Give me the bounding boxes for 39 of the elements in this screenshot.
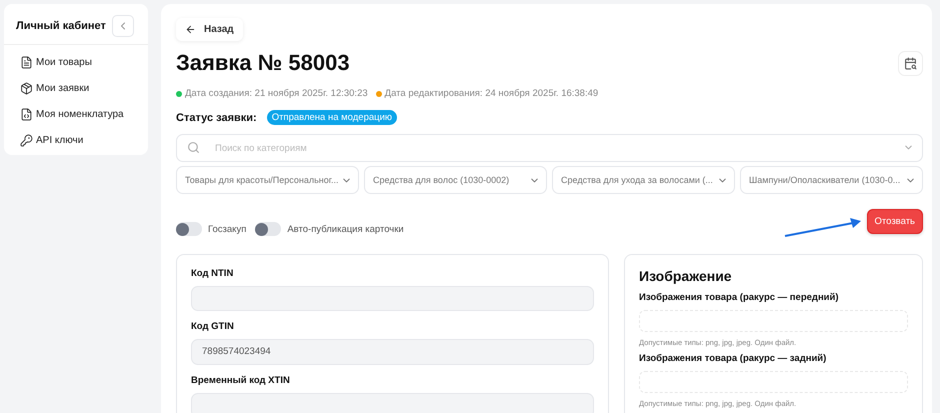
sidebar-item[interactable]: API ключи xyxy=(20,131,148,150)
toggle-switch[interactable] xyxy=(176,222,202,236)
field-label: Код GTIN xyxy=(191,321,235,332)
toggle-label: Госзакуп xyxy=(208,224,246,234)
category-select[interactable]: Средства для волос (1030-0002) xyxy=(364,166,547,194)
revoke-button[interactable]: Отозвать xyxy=(866,209,923,234)
document-icon xyxy=(20,56,33,69)
sidebar-title: Личный кабинет xyxy=(16,20,106,32)
card-title: Изображение xyxy=(639,268,733,284)
field-label: Временный код XTIN xyxy=(191,374,291,386)
toggle-switch[interactable] xyxy=(255,222,282,236)
field-label: Изображения товара (ракурс — задний) xyxy=(639,353,828,364)
sidebar-item[interactable]: Моя номенклатура xyxy=(20,105,148,124)
arrow-left-icon xyxy=(185,24,196,35)
sidebar-item[interactable]: Мои заявки xyxy=(20,79,148,98)
back-button[interactable]: Назад xyxy=(176,18,243,41)
category-select[interactable]: Средства для ухода за волосами (... xyxy=(552,166,735,194)
calendar-search-icon xyxy=(904,56,917,70)
toggle-label: Авто-публикация карточки xyxy=(287,224,404,234)
status-label: Статус заявки: xyxy=(176,112,257,124)
box-icon xyxy=(20,82,33,95)
page-title: Заявка № 58003 xyxy=(176,50,350,76)
field-label: Изображения товара (ракурс — передний) xyxy=(639,292,840,303)
key-icon xyxy=(20,134,33,147)
category-search-field[interactable]: Поиск по категориям xyxy=(176,134,923,162)
input-field[interactable] xyxy=(191,286,594,312)
calendar-button[interactable] xyxy=(898,50,923,76)
code-file-icon xyxy=(20,108,33,121)
category-select[interactable]: Шампуни/Ополаскиватели (1030-0... xyxy=(740,166,923,194)
field-label: Код NTIN xyxy=(191,268,234,279)
category-select[interactable]: Товары для красоты/Персональног... xyxy=(176,166,359,194)
search-icon xyxy=(187,141,200,154)
input-field[interactable] xyxy=(191,392,594,413)
collapse-button[interactable] xyxy=(112,15,134,37)
status-badge: Отправлена на модерацию xyxy=(266,110,398,125)
date-text: Дата редактирования: 24 ноября 2025г. 16:38:49 xyxy=(384,88,598,99)
input-field[interactable]: 7898574023494 xyxy=(191,339,594,365)
sidebar-item[interactable]: Мои товары xyxy=(20,53,148,72)
date-text: Дата создания: 21 ноября 2025г. 12:30:23 xyxy=(185,88,368,99)
